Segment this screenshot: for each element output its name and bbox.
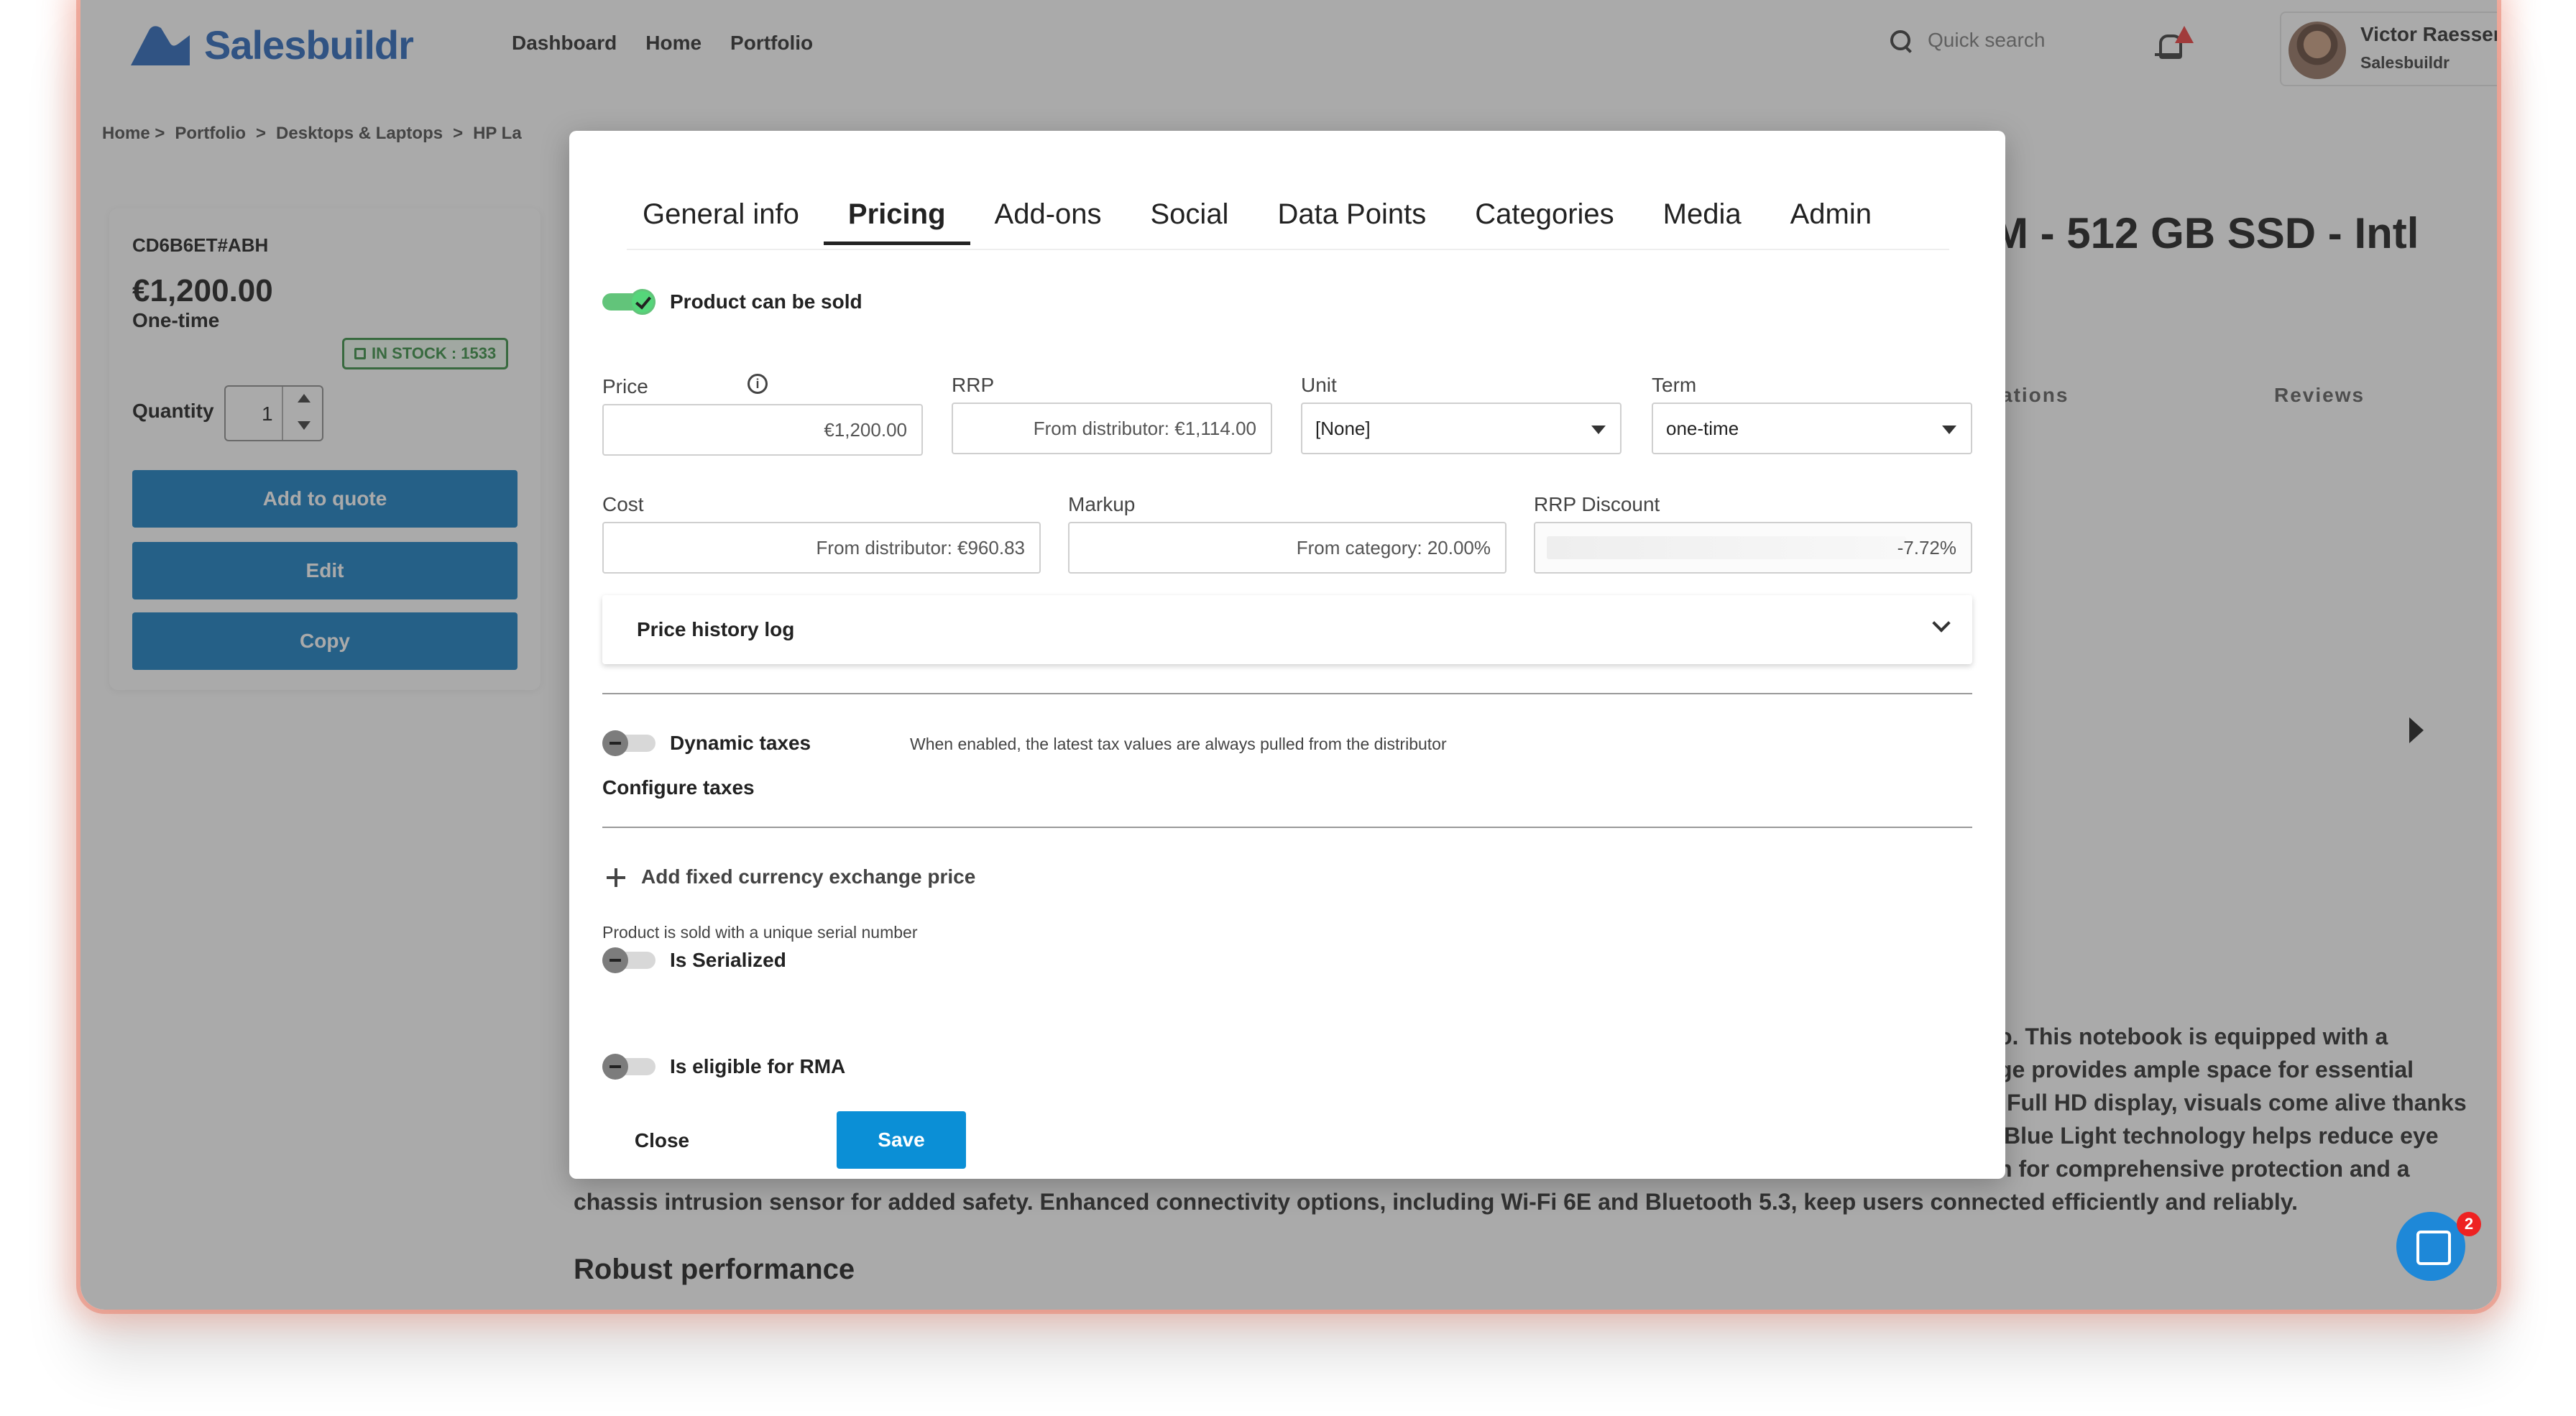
rma-label: Is eligible for RMA <box>670 1055 846 1077</box>
section-divider <box>602 693 1972 694</box>
app-window: Salesbuildr Dashboard Home Portfolio Qui… <box>80 0 2497 1310</box>
cost-label: Cost <box>602 493 644 515</box>
unit-label: Unit <box>1301 374 1337 396</box>
chat-badge: 2 <box>2457 1212 2481 1236</box>
minus-icon <box>602 1054 628 1080</box>
section-divider <box>602 827 1972 828</box>
price-label: Price <box>602 375 648 397</box>
plus-icon[interactable] <box>607 868 625 887</box>
tab-categories[interactable]: Categories <box>1450 198 1638 241</box>
add-currency-price-button[interactable]: Add fixed currency exchange price <box>641 865 975 888</box>
markup-input[interactable]: From category: 20.00% <box>1068 522 1506 574</box>
rrp-input[interactable]: From distributor: €1,114.00 <box>952 403 1272 454</box>
rrp-discount-value: -7.72% <box>1897 536 1956 558</box>
rrp-label: RRP <box>952 374 995 396</box>
unit-select[interactable]: [None] <box>1301 403 1622 454</box>
tabs-divider <box>627 249 1949 250</box>
caret-down-icon <box>1942 426 1956 434</box>
dynamic-taxes-hint: When enabled, the latest tax values are … <box>910 735 1447 753</box>
term-selected-value: one-time <box>1666 417 1739 439</box>
tab-admin[interactable]: Admin <box>1766 198 1896 241</box>
price-history-accordion[interactable]: Price history log <box>602 595 1972 664</box>
unit-selected-value: [None] <box>1315 417 1371 439</box>
tab-social[interactable]: Social <box>1126 198 1254 241</box>
can-be-sold-label: Product can be sold <box>670 290 862 313</box>
cost-input[interactable]: From distributor: €960.83 <box>602 522 1041 574</box>
tab-add-ons[interactable]: Add-ons <box>970 198 1126 241</box>
caret-down-icon <box>1591 426 1606 434</box>
chevron-down-icon[interactable] <box>1932 614 1951 633</box>
check-icon <box>630 289 656 315</box>
tab-data-points[interactable]: Data Points <box>1253 198 1450 241</box>
dynamic-taxes-toggle[interactable] <box>602 730 656 756</box>
rrp-discount-field: -7.72% <box>1534 522 1972 574</box>
markup-label: Markup <box>1068 493 1136 515</box>
configure-taxes-link[interactable]: Configure taxes <box>602 776 755 799</box>
info-icon[interactable]: i <box>748 374 768 394</box>
term-label: Term <box>1652 374 1697 396</box>
price-history-title: Price history log <box>637 618 795 640</box>
discount-bar <box>1547 536 1906 559</box>
modal-tabs: General info Pricing Add-ons Social Data… <box>618 198 1896 245</box>
tab-pricing[interactable]: Pricing <box>823 198 970 245</box>
minus-icon <box>602 730 628 756</box>
dynamic-taxes-label: Dynamic taxes <box>670 732 811 754</box>
tab-media[interactable]: Media <box>1639 198 1766 241</box>
serial-hint: Product is sold with a unique serial num… <box>602 923 918 942</box>
tab-general-info[interactable]: General info <box>618 198 824 241</box>
edit-product-modal: General info Pricing Add-ons Social Data… <box>569 131 2005 1179</box>
chat-icon[interactable] <box>2396 1212 2465 1281</box>
rrp-discount-label: RRP Discount <box>1534 493 1660 515</box>
close-button[interactable]: Close <box>612 1113 712 1169</box>
minus-icon <box>602 947 628 973</box>
can-be-sold-toggle[interactable] <box>602 289 656 315</box>
price-input[interactable]: €1,200.00 <box>602 404 923 456</box>
rma-toggle[interactable] <box>602 1054 656 1080</box>
term-select[interactable]: one-time <box>1652 403 1972 454</box>
serialized-label: Is Serialized <box>670 949 786 971</box>
save-button[interactable]: Save <box>837 1111 966 1169</box>
serialized-toggle[interactable] <box>602 947 656 973</box>
